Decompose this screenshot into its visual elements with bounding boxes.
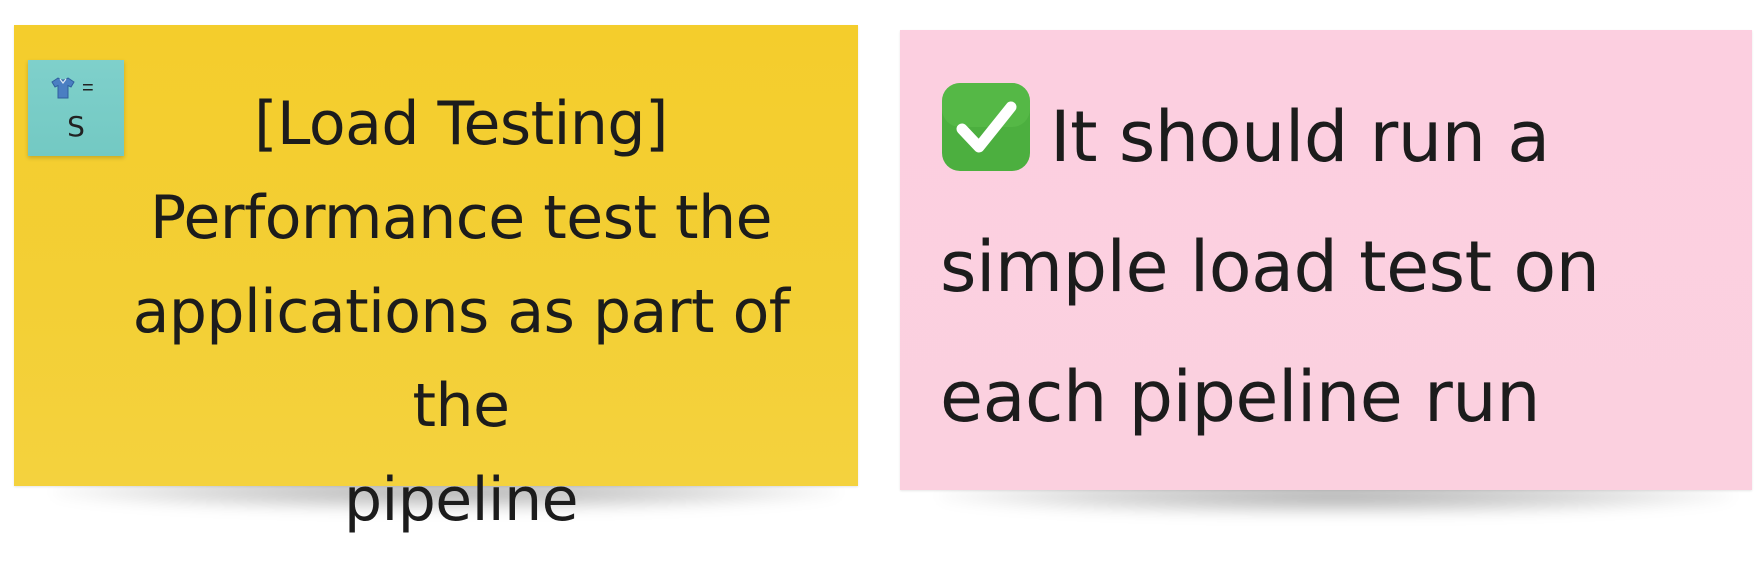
whiteboard-canvas: = S [Load Testing] Performance test the … [0, 0, 1758, 568]
note-line: applications as part of the [132, 277, 790, 441]
note-line: Performance test the [149, 183, 773, 253]
estimate-tag-header: = [50, 76, 94, 100]
sticky-note-text: [Load Testing] Performance test the appl… [84, 77, 838, 547]
note-line: It should run a [940, 72, 1732, 202]
check-icon [942, 83, 1030, 171]
note-line: simple load test on [940, 226, 1600, 308]
estimate-equals-sign: = [82, 77, 94, 99]
sticky-note-text: It should run a simple load test on each… [940, 72, 1732, 462]
note-line-text: It should run a [1050, 96, 1550, 178]
note-title: [Load Testing] [254, 89, 668, 159]
sticky-note-acceptance-criteria[interactable]: It should run a simple load test on each… [900, 30, 1752, 516]
sticky-note-requirement[interactable]: = S [Load Testing] Performance test the … [14, 25, 858, 535]
note-line: pipeline [343, 465, 579, 535]
shirt-icon [51, 77, 75, 99]
estimate-size-value: S [67, 110, 85, 143]
note-line: each pipeline run [940, 356, 1541, 438]
tshirt-size-estimate-tag[interactable]: = S [28, 60, 124, 156]
